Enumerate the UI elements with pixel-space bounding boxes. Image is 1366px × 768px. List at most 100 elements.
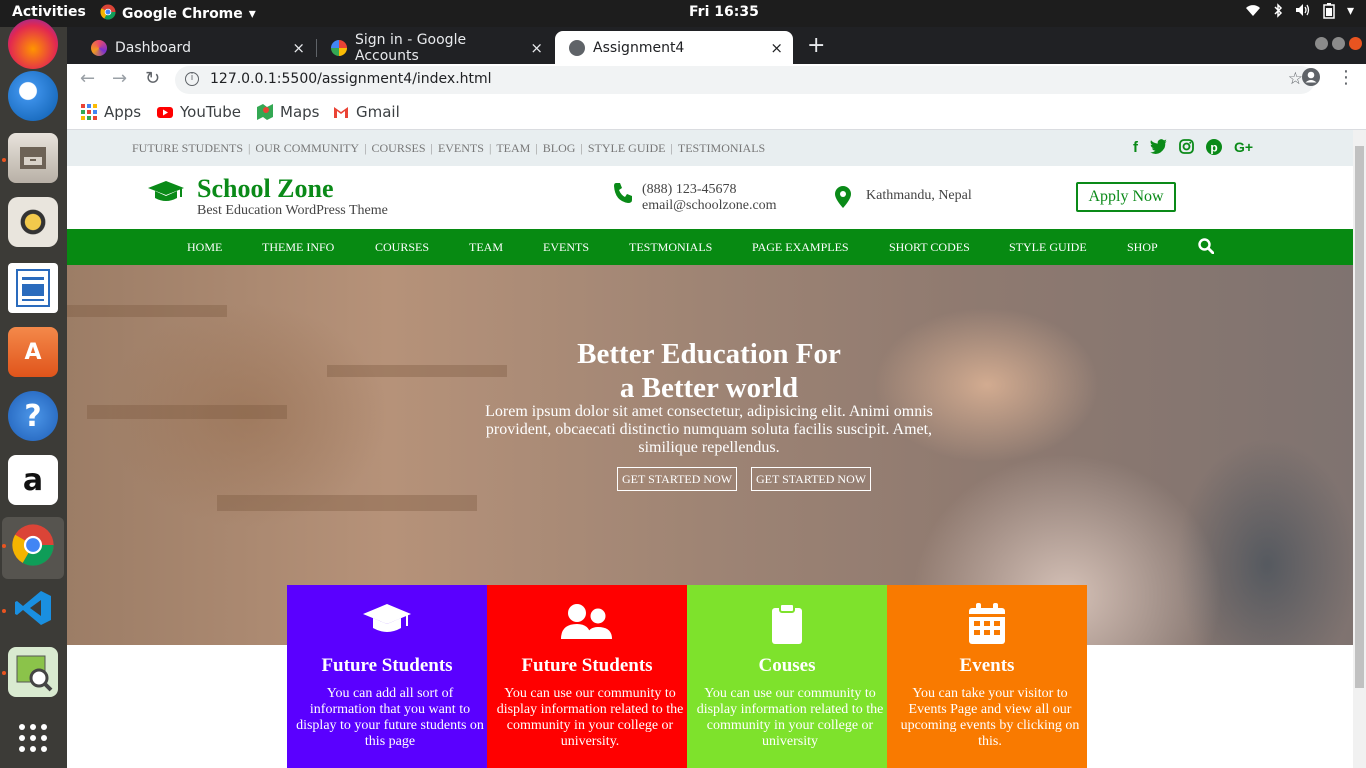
users-icon: [487, 603, 687, 641]
battery-icon: [1323, 3, 1335, 23]
browser-toolbar: ← → ↻ i 127.0.0.1:5500/assignment4/index…: [67, 64, 1366, 96]
tab-google-sign-in[interactable]: Sign in - Google Accounts ×: [317, 31, 553, 64]
graduation-cap-icon[interactable]: [147, 180, 185, 209]
image-viewer-icon[interactable]: [8, 647, 58, 697]
system-tray[interactable]: ▾: [1245, 3, 1354, 23]
top-link-future-students[interactable]: FUTURE STUDENTS: [132, 141, 243, 156]
libreoffice-writer-icon[interactable]: [8, 263, 58, 313]
feature-card-future-students[interactable]: Future Students You can add all sort of …: [287, 585, 487, 768]
new-tab-button[interactable]: +: [807, 33, 825, 58]
clock[interactable]: Fri 16:35: [689, 4, 759, 20]
profile-avatar-icon[interactable]: [1301, 67, 1321, 92]
feature-card-community[interactable]: Future Students You can use our communit…: [487, 585, 687, 768]
nav-home[interactable]: HOME: [187, 240, 222, 255]
pinterest-icon[interactable]: p: [1206, 139, 1222, 160]
minimize-icon[interactable]: [1315, 37, 1328, 50]
bookmark-maps[interactable]: Maps: [257, 103, 319, 121]
facebook-icon[interactable]: f: [1133, 139, 1138, 160]
link-separator: |: [670, 141, 673, 155]
back-arrow-icon[interactable]: ←: [80, 68, 95, 89]
site-brand[interactable]: School Zone: [197, 174, 334, 204]
bookmark-gmail[interactable]: Gmail: [333, 103, 400, 121]
hero-background-shelf: [87, 405, 287, 419]
site-header: School Zone Best Education WordPress The…: [67, 166, 1353, 229]
kebab-menu-icon[interactable]: ⋮: [1337, 67, 1355, 88]
card-title: Couses: [758, 655, 816, 676]
chevron-down-icon: ▾: [248, 6, 256, 22]
nav-short-codes[interactable]: SHORT CODES: [889, 240, 970, 255]
site-top-bar: FUTURE STUDENTS | OUR COMMUNITY | COURSES |…: [67, 130, 1353, 166]
maps-icon: [257, 104, 273, 120]
gmail-icon: [333, 104, 349, 120]
top-link-style-guide[interactable]: STYLE GUIDE: [588, 141, 666, 156]
hero-background-shelf: [327, 365, 507, 377]
get-started-button[interactable]: GET STARTED NOW: [617, 467, 738, 491]
show-applications-icon[interactable]: [8, 713, 58, 763]
close-icon[interactable]: ×: [530, 39, 543, 57]
bookmark-apps[interactable]: Apps: [81, 103, 141, 121]
close-icon[interactable]: ×: [292, 39, 305, 57]
app-menu[interactable]: Google Chrome ▾: [100, 4, 256, 24]
page-scrollbar[interactable]: [1353, 130, 1366, 768]
browser-tab-strip: Dashboard × Sign in - Google Accounts × …: [67, 27, 1366, 64]
thunderbird-icon[interactable]: [8, 71, 58, 121]
nav-team[interactable]: TEAM: [469, 240, 503, 255]
email-address[interactable]: email@schoolzone.com: [642, 198, 777, 214]
nav-shop[interactable]: SHOP: [1127, 240, 1158, 255]
files-icon[interactable]: [8, 133, 58, 183]
url-text[interactable]: 127.0.0.1:5500/assignment4/index.html: [210, 71, 492, 87]
tab-dashboard[interactable]: Dashboard ×: [77, 31, 315, 64]
twitter-icon[interactable]: [1150, 139, 1167, 160]
nav-testimonials[interactable]: TESTMONIALS: [629, 240, 712, 255]
site-tagline: Best Education WordPress Theme: [197, 203, 388, 218]
reload-icon[interactable]: ↻: [145, 68, 160, 89]
top-link-events[interactable]: EVENTS: [438, 141, 484, 156]
running-indicator: [2, 544, 6, 548]
amazon-icon[interactable]: a: [8, 455, 58, 505]
close-icon[interactable]: ×: [770, 39, 783, 57]
nav-style-guide[interactable]: STYLE GUIDE: [1009, 240, 1087, 255]
top-link-team[interactable]: TEAM: [496, 141, 530, 156]
top-link-courses[interactable]: COURSES: [372, 141, 426, 156]
help-icon[interactable]: ?: [8, 391, 58, 441]
bookmark-label: Gmail: [356, 103, 400, 121]
app-menu-label: Google Chrome: [122, 6, 243, 22]
power-menu-icon: ▾: [1346, 3, 1354, 19]
link-separator: |: [580, 141, 583, 155]
phone-number[interactable]: (888) 123-45678: [642, 182, 737, 198]
nav-events[interactable]: EVENTS: [543, 240, 589, 255]
activities-button[interactable]: Activities: [12, 4, 86, 20]
address-bar[interactable]: i 127.0.0.1:5500/assignment4/index.html …: [175, 66, 1315, 94]
feature-card-events[interactable]: Events You can take your visitor to Even…: [887, 585, 1087, 768]
top-link-blog[interactable]: BLOG: [543, 141, 576, 156]
gnome-top-bar: Activities Google Chrome ▾ Fri 16:35 ▾: [0, 0, 1366, 27]
scrollbar-thumb[interactable]: [1355, 146, 1364, 688]
chrome-dock-item[interactable]: [2, 517, 64, 579]
top-link-our-community[interactable]: OUR COMMUNITY: [255, 141, 359, 156]
search-icon[interactable]: [1198, 238, 1215, 259]
running-indicator: [2, 671, 6, 675]
vscode-icon[interactable]: [8, 583, 58, 633]
window-close-icon[interactable]: [1349, 37, 1362, 50]
google-plus-icon[interactable]: G+: [1234, 139, 1253, 160]
maximize-icon[interactable]: [1332, 37, 1345, 50]
feature-card-courses[interactable]: Couses You can use our community to disp…: [687, 585, 887, 768]
link-separator: |: [364, 141, 367, 155]
apply-now-button[interactable]: Apply Now: [1076, 182, 1176, 212]
site-info-icon[interactable]: i: [185, 72, 199, 86]
firefox-icon[interactable]: [8, 19, 58, 69]
nav-theme-info[interactable]: THEME INFO: [262, 240, 334, 255]
tab-assignment4[interactable]: Assignment4 ×: [555, 31, 793, 64]
svg-text:p: p: [1210, 141, 1217, 155]
top-link-testimonials[interactable]: TESTIMONIALS: [678, 141, 765, 156]
nav-page-examples[interactable]: PAGE EXAMPLES: [752, 240, 849, 255]
nav-courses[interactable]: COURSES: [375, 240, 429, 255]
hero-background-shelf: [217, 495, 477, 511]
tab-label: Dashboard: [115, 39, 191, 56]
instagram-icon[interactable]: [1179, 139, 1194, 160]
forward-arrow-icon[interactable]: →: [112, 68, 127, 89]
ubuntu-software-icon[interactable]: A: [8, 327, 58, 377]
bookmark-youtube[interactable]: YouTube: [157, 103, 241, 121]
get-started-button-secondary[interactable]: GET STARTED NOW: [751, 467, 872, 491]
rhythmbox-icon[interactable]: [8, 197, 58, 247]
